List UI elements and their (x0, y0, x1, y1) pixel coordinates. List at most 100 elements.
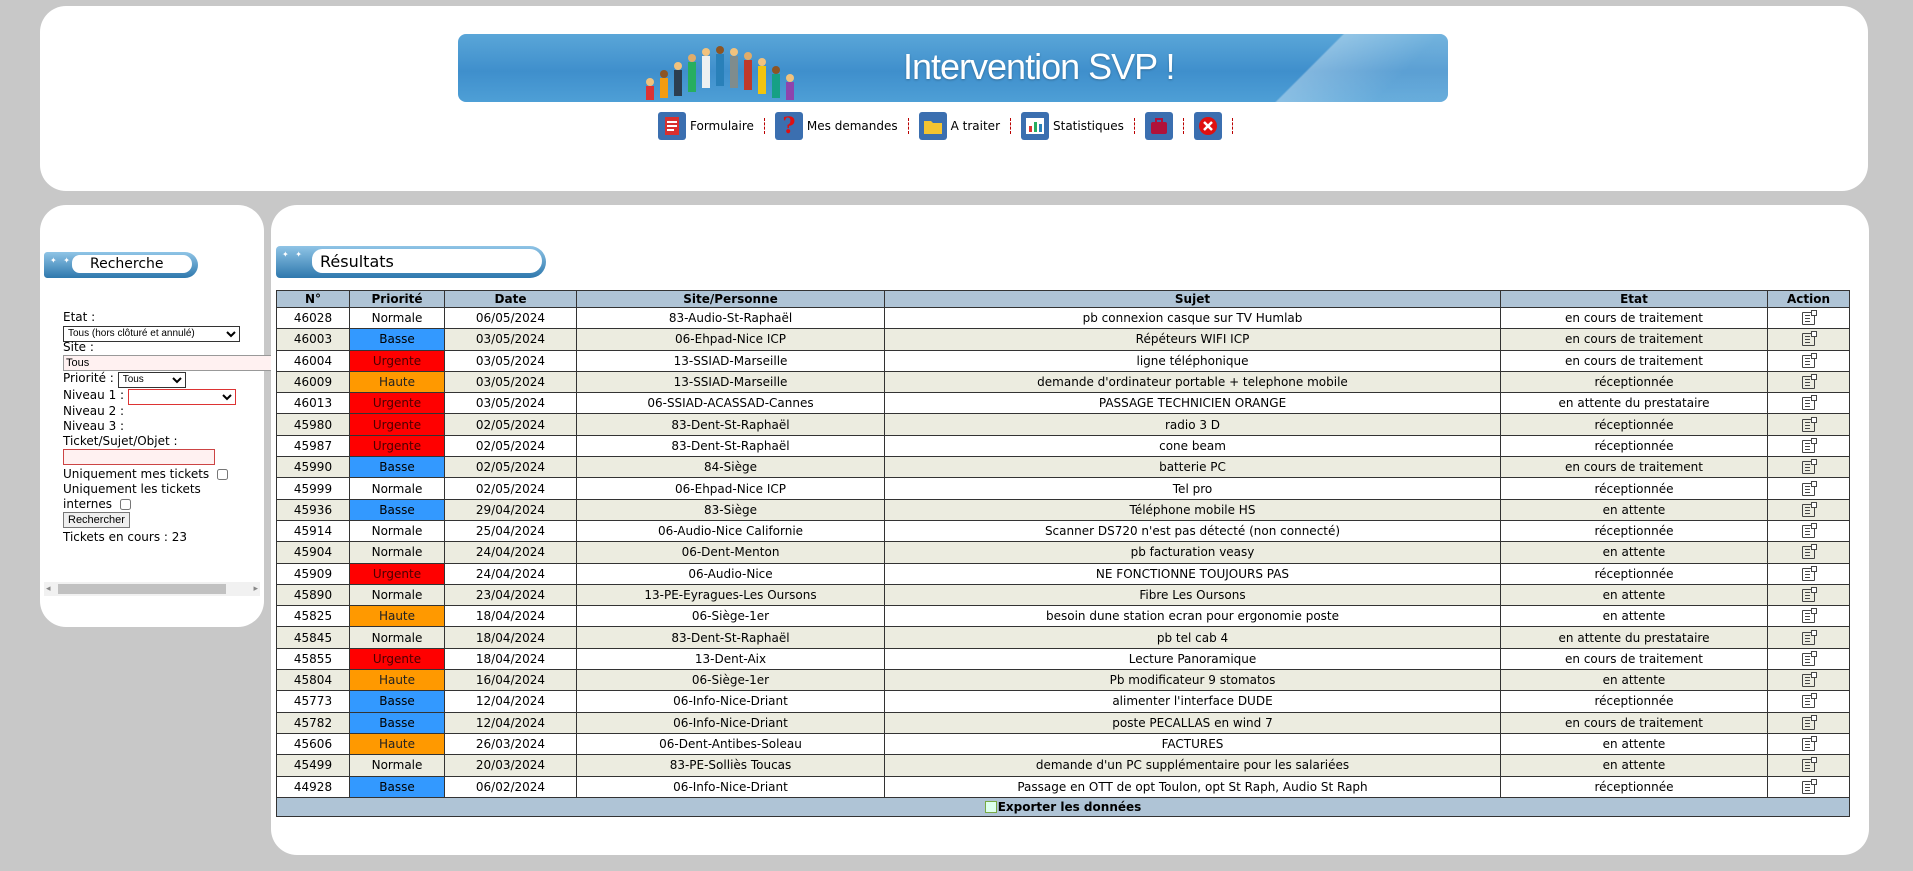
cell-site: 06-Info-Nice-Driant (576, 711, 885, 734)
scroll-right-icon[interactable]: ▸ (253, 582, 258, 596)
table-row[interactable]: 45782 Basse 12/04/2024 06-Info-Nice-Driant p… (276, 711, 1850, 734)
menu-statistiques[interactable]: Statistiques (1021, 112, 1124, 140)
cell-date: 03/05/2024 (444, 370, 577, 394)
edit-ticket-icon[interactable] (1802, 374, 1817, 390)
internes-label-2: internes (63, 497, 112, 511)
cell-etat: réceptionnée (1500, 562, 1768, 585)
menu-briefcase[interactable] (1144, 112, 1173, 140)
niveau1-select[interactable] (127, 388, 236, 405)
cell-etat: réceptionnée (1500, 775, 1768, 798)
cell-priorite: Basse (349, 711, 445, 734)
table-row[interactable]: 45909 Urgente 24/04/2024 06-Audio-Nice NE FO… (276, 562, 1850, 585)
table-row[interactable]: 46009 Haute 03/05/2024 13-SSIAD-Marseille de… (276, 370, 1850, 394)
cell-action (1767, 392, 1850, 415)
table-row[interactable]: 45499 Normale 20/03/2024 83-PE-Solliès Touc… (276, 754, 1850, 777)
export-icon (984, 801, 997, 814)
cell-sujet: Téléphone mobile HS (884, 498, 1501, 521)
site-input[interactable] (63, 355, 289, 371)
search-heading-bar: ✦ ✦ Recherche (44, 252, 198, 278)
edit-ticket-icon[interactable] (1802, 501, 1817, 517)
edit-ticket-icon[interactable] (1802, 778, 1817, 794)
table-row[interactable]: 46004 Urgente 03/05/2024 13-SSIAD-Marseille… (276, 349, 1850, 372)
table-row[interactable]: 46003 Basse 03/05/2024 06-Ehpad-Nice ICP Rép… (276, 328, 1850, 351)
table-row[interactable]: 45904 Normale 24/04/2024 06-Dent-Menton pb f… (276, 541, 1850, 564)
menu-label-mes-demandes: Mes demandes (806, 119, 898, 133)
edit-ticket-icon[interactable] (1802, 565, 1817, 581)
table-row[interactable]: 45845 Normale 18/04/2024 83-Dent-St-Raphaël… (276, 626, 1850, 649)
table-row[interactable]: 44928 Basse 06/02/2024 06-Info-Nice-Driant P… (276, 775, 1850, 798)
menu-formulaire[interactable]: Formulaire (658, 112, 754, 140)
edit-ticket-icon[interactable] (1802, 480, 1817, 496)
cell-etat: en attente du prestataire (1500, 626, 1768, 649)
col-header-priorite[interactable]: Priorité (349, 290, 445, 308)
menu-mes-demandes[interactable]: ? Mes demandes (774, 112, 898, 140)
site-label: Site : (63, 340, 94, 354)
cell-action (1767, 477, 1850, 500)
table-row[interactable]: 45990 Basse 02/05/2024 84-Siège batterie PC e… (276, 456, 1850, 479)
table-row[interactable]: 46013 Urgente 03/05/2024 06-SSIAD-ACASSAD-C… (276, 392, 1850, 415)
menu-a-traiter[interactable]: A traiter (918, 112, 1000, 140)
cell-sujet: Répéteurs WIFI ICP (884, 328, 1501, 351)
edit-ticket-icon[interactable] (1802, 416, 1817, 432)
ticket-input[interactable] (63, 449, 215, 465)
edit-ticket-icon[interactable] (1802, 693, 1817, 709)
table-row[interactable]: 45855 Urgente 18/04/2024 13-Dent-Aix Lecture… (276, 647, 1850, 671)
cell-sujet: demande d'ordinateur portable + telephon… (884, 370, 1501, 394)
cell-action (1767, 349, 1850, 372)
rechercher-button[interactable]: Rechercher (63, 512, 130, 528)
scrollbar-thumb[interactable] (58, 584, 226, 594)
cell-date: 03/05/2024 (444, 328, 577, 351)
cell-action (1767, 306, 1850, 330)
cell-etat: réceptionnée (1500, 519, 1768, 543)
edit-ticket-icon[interactable] (1802, 437, 1817, 453)
edit-ticket-icon[interactable] (1802, 523, 1817, 539)
col-header-numero[interactable]: N° (276, 290, 350, 308)
table-row[interactable]: 45980 Urgente 02/05/2024 83-Dent-St-Raphaël… (276, 413, 1850, 436)
edit-ticket-icon[interactable] (1802, 629, 1817, 645)
cell-priorite: Haute (349, 732, 445, 756)
export-link[interactable]: Exporter les données (984, 800, 1141, 814)
menu-logout[interactable] (1193, 112, 1222, 140)
edit-ticket-icon[interactable] (1802, 736, 1817, 752)
table-row[interactable]: 45825 Haute 18/04/2024 06-Siège-1er besoin d… (276, 605, 1850, 628)
cell-numero: 46028 (276, 306, 350, 330)
table-row[interactable]: 45606 Haute 26/03/2024 06-Dent-Antibes-Sole… (276, 732, 1850, 756)
col-header-etat[interactable]: Etat (1500, 290, 1768, 308)
table-row[interactable]: 46028 Normale 06/05/2024 83-Audio-St-Raphaë… (276, 306, 1850, 330)
priorite-select[interactable]: Tous (117, 371, 186, 388)
col-header-date[interactable]: Date (444, 290, 577, 308)
edit-ticket-icon[interactable] (1802, 650, 1817, 666)
cell-site: 13-SSIAD-Marseille (576, 349, 885, 372)
table-row[interactable]: 45999 Normale 02/05/2024 06-Ehpad-Nice ICP T… (276, 477, 1850, 500)
cell-date: 24/04/2024 (444, 541, 577, 564)
edit-ticket-icon[interactable] (1802, 608, 1817, 624)
edit-ticket-icon[interactable] (1802, 587, 1817, 602)
table-row[interactable]: 45987 Urgente 02/05/2024 83-Dent-St-Raphaël… (276, 434, 1850, 458)
edit-ticket-icon[interactable] (1802, 459, 1817, 475)
edit-ticket-icon[interactable] (1802, 352, 1817, 368)
cell-sujet: pb facturation veasy (884, 541, 1501, 564)
scroll-left-icon[interactable]: ◂ (46, 582, 51, 596)
table-row[interactable]: 45773 Basse 12/04/2024 06-Info-Nice-Driant a… (276, 690, 1850, 713)
edit-ticket-icon[interactable] (1802, 672, 1817, 688)
horizontal-scrollbar[interactable]: ◂ ▸ (44, 582, 260, 596)
table-row[interactable]: 45936 Basse 29/04/2024 83-Siège Téléphone mo… (276, 498, 1850, 521)
mes-tickets-checkbox[interactable] (217, 469, 228, 480)
cell-site: 06-Ehpad-Nice ICP (576, 328, 885, 351)
cell-numero: 45980 (276, 413, 350, 436)
table-row[interactable]: 45804 Haute 16/04/2024 06-Siège-1er Pb modif… (276, 669, 1850, 692)
internes-checkbox[interactable] (119, 499, 131, 510)
edit-ticket-icon[interactable] (1802, 331, 1817, 347)
col-header-sujet[interactable]: Sujet (884, 290, 1501, 308)
edit-ticket-icon[interactable] (1802, 714, 1817, 730)
table-row[interactable]: 45914 Normale 25/04/2024 06-Audio-Nice Cali… (276, 519, 1850, 543)
cell-sujet: pb connexion casque sur TV Humlab (884, 306, 1501, 330)
edit-ticket-icon[interactable] (1802, 757, 1817, 773)
edit-ticket-icon[interactable] (1802, 544, 1817, 560)
table-row[interactable]: 45890 Normale 23/04/2024 13-PE-Eyragues-Les… (276, 583, 1850, 607)
edit-ticket-icon[interactable] (1802, 395, 1817, 411)
col-header-site[interactable]: Site/Personne (576, 290, 885, 308)
edit-ticket-icon[interactable] (1802, 310, 1817, 326)
cell-action (1767, 541, 1850, 564)
menu-separator (1010, 118, 1011, 134)
